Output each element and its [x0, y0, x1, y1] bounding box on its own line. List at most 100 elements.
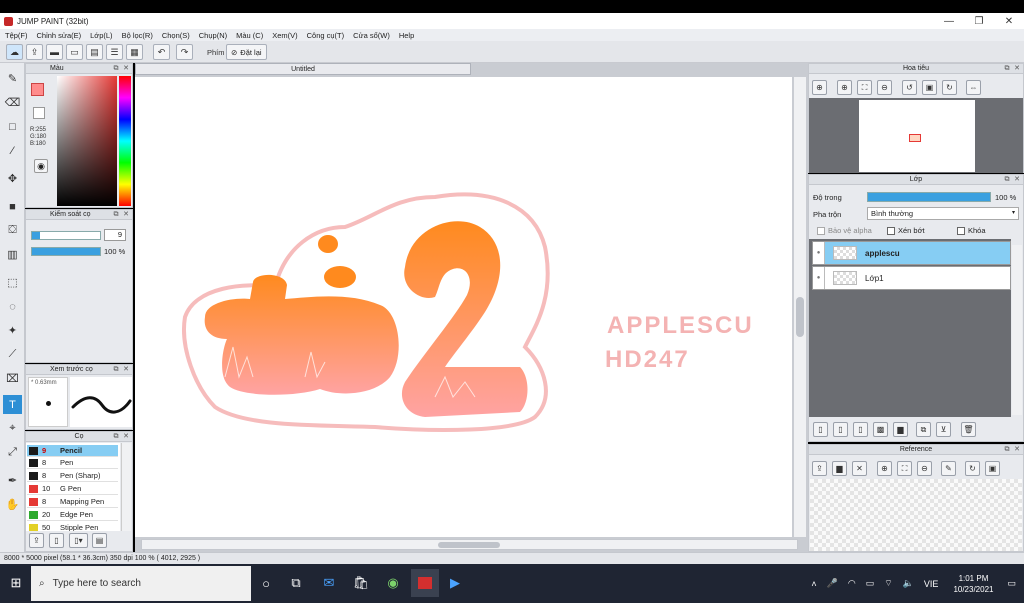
list-icon[interactable]: ☰ — [106, 44, 123, 60]
undo-icon[interactable]: ↶ — [153, 44, 170, 60]
saturation-value-picker[interactable] — [57, 76, 117, 206]
document-tab[interactable]: Untitled — [135, 63, 471, 75]
lasso-select-icon[interactable]: ◌ — [3, 297, 22, 316]
network-icon[interactable]: ◠ — [848, 578, 856, 589]
brush-size-field[interactable]: 9 — [104, 229, 126, 241]
eraser-tool-icon[interactable]: ⌫ — [3, 93, 22, 112]
chevron-up-icon[interactable]: ˄ — [811, 579, 816, 589]
protect-alpha-checkbox[interactable]: Bảo vệ alpha — [817, 226, 872, 236]
zoom-fit-icon[interactable]: ⊕ — [812, 80, 827, 95]
rect-select-icon[interactable]: ⬚ — [3, 273, 22, 292]
panel-close-icon[interactable]: ✕ — [122, 366, 130, 374]
cloud-icon[interactable]: ☁ — [6, 44, 23, 60]
new-layer-8bit-icon[interactable]: ▯ — [833, 422, 848, 437]
reference-fit-icon[interactable]: ⛶ — [897, 461, 912, 476]
new-folder-icon[interactable]: ▆ — [893, 422, 908, 437]
layer-row[interactable]: ● applescu — [812, 241, 1011, 265]
move-tool-icon[interactable]: ✥ — [3, 169, 22, 188]
menu-window[interactable]: Cửa sổ(W) — [353, 31, 390, 40]
duplicate-layer-icon[interactable]: ⧉ — [916, 422, 931, 437]
brush-opacity-slider[interactable] — [31, 247, 101, 256]
palette-icon[interactable]: ◉ — [34, 159, 48, 173]
wifi-icon[interactable]: ⌔ — [884, 578, 892, 589]
lock-checkbox[interactable]: Khóa — [957, 226, 986, 236]
microphone-icon[interactable]: 🎤 — [827, 578, 838, 589]
horizontal-scroll-thumb[interactable] — [438, 542, 500, 548]
menu-select[interactable]: Chọn(S) — [162, 31, 190, 40]
select-pen-icon[interactable]: ⟋ — [3, 345, 22, 364]
zoom-out-icon[interactable]: ⊖ — [877, 80, 892, 95]
hand-tool-icon[interactable]: ✋ — [3, 495, 22, 514]
vertical-scroll-thumb[interactable] — [796, 297, 804, 337]
browser-icon[interactable]: ◉ — [383, 573, 403, 593]
zoom-app-icon[interactable]: ▶ — [445, 573, 465, 593]
actual-size-icon[interactable]: ⛶ — [857, 80, 872, 95]
reference-eyedropper-icon[interactable]: ✎ — [941, 461, 956, 476]
gradient-tool-icon[interactable]: ▥ — [3, 245, 22, 264]
panel-float-icon[interactable]: ⧉ — [112, 366, 120, 374]
panel-close-icon[interactable]: ✕ — [1013, 176, 1021, 184]
menu-file[interactable]: Tệp(F) — [5, 31, 28, 40]
transparent-swatch[interactable] — [33, 107, 45, 119]
reference-rotate-icon[interactable]: ↻ — [965, 461, 980, 476]
pen-tool-icon[interactable]: ✒ — [3, 471, 22, 490]
minimize-button[interactable]: — — [934, 13, 964, 29]
menu-layer[interactable]: Lớp(L) — [90, 31, 112, 40]
panel-close-icon[interactable]: ✕ — [122, 433, 130, 441]
select-eraser-icon[interactable]: ⌧ — [3, 369, 22, 388]
panel-float-icon[interactable]: ⧉ — [112, 433, 120, 441]
brush-menu-icon[interactable]: ▯▾ — [69, 533, 88, 548]
brush-item[interactable]: 8 Mapping Pen — [27, 496, 118, 508]
share-icon[interactable]: ⇪ — [26, 44, 43, 60]
brush-item[interactable]: 10 G Pen — [27, 483, 118, 495]
store-icon[interactable]: 🛍 — [351, 573, 371, 593]
panel-close-icon[interactable]: ✕ — [122, 211, 130, 219]
hue-slider[interactable] — [119, 76, 131, 206]
transform-tool-icon[interactable]: ⌖ — [3, 419, 22, 438]
canvas-horizontal-scrollbar[interactable] — [141, 539, 798, 550]
windows-start-icon[interactable]: ⊞ — [6, 573, 26, 593]
reference-open-icon[interactable]: ▆ — [832, 461, 847, 476]
canvas-vertical-scrollbar[interactable] — [794, 77, 806, 537]
brush-list-scrollbar[interactable] — [121, 443, 131, 531]
panel-float-icon[interactable]: ⧉ — [112, 65, 120, 73]
close-button[interactable]: ✕ — [994, 13, 1024, 29]
fill-rect-icon[interactable]: ■ — [3, 197, 22, 216]
battery-icon[interactable]: ▭ — [866, 578, 875, 589]
brush-tool-icon[interactable]: ✎ — [3, 69, 22, 88]
taskbar-search[interactable]: ⌕ Type here to search — [31, 566, 251, 601]
menu-color[interactable]: Màu (C) — [236, 31, 263, 40]
shape-tool-icon[interactable]: □ — [3, 117, 22, 136]
menu-tools[interactable]: Công cụ(T) — [307, 31, 345, 40]
reset-button[interactable]: ⊘ Đặt lại — [226, 44, 267, 60]
new-layer-1bit-icon[interactable]: ▯ — [853, 422, 868, 437]
reference-zoom-out-icon[interactable]: ⊖ — [917, 461, 932, 476]
grid-icon[interactable]: ▦ — [126, 44, 143, 60]
menu-filter[interactable]: Bộ lọc(R) — [122, 31, 153, 40]
reference-load-icon[interactable]: ⇪ — [812, 461, 827, 476]
zoom-in-icon[interactable]: ⊕ — [837, 80, 852, 95]
document-icon[interactable]: ▤ — [86, 44, 103, 60]
brush-size-slider[interactable] — [31, 231, 101, 240]
blend-mode-select[interactable]: Bình thường ▾ — [867, 207, 1019, 220]
brush-item[interactable]: 9 Pencil — [27, 445, 118, 457]
restore-button[interactable]: ❐ — [964, 13, 994, 29]
navigator-view[interactable] — [809, 98, 1023, 173]
new-layer-icon[interactable]: ▯ — [813, 422, 828, 437]
layer-list-scrollbar[interactable] — [1012, 245, 1022, 415]
reference-close-icon[interactable]: ✕ — [852, 461, 867, 476]
menu-edit[interactable]: Chỉnh sửa(E) — [37, 31, 82, 40]
reference-zoom-in-icon[interactable]: ⊕ — [877, 461, 892, 476]
notification-icon[interactable]: ▭ — [1007, 578, 1016, 589]
panel-close-icon[interactable]: ✕ — [122, 65, 130, 73]
brush-add-icon[interactable]: ⇪ — [29, 533, 44, 548]
bucket-tool-icon[interactable]: ⛋ — [3, 221, 22, 240]
navigator-viewport[interactable] — [909, 134, 921, 142]
clock[interactable]: 1:01 PM 10/23/2021 — [953, 573, 993, 595]
menu-view[interactable]: Xem(V) — [272, 31, 297, 40]
mail-icon[interactable]: ✉ — [319, 573, 339, 593]
text-tool-icon[interactable]: T — [3, 395, 22, 414]
rotate-left-icon[interactable]: ↺ — [902, 80, 917, 95]
comment-icon[interactable]: ▬ — [46, 44, 63, 60]
cortana-icon[interactable]: ○ — [256, 573, 276, 593]
